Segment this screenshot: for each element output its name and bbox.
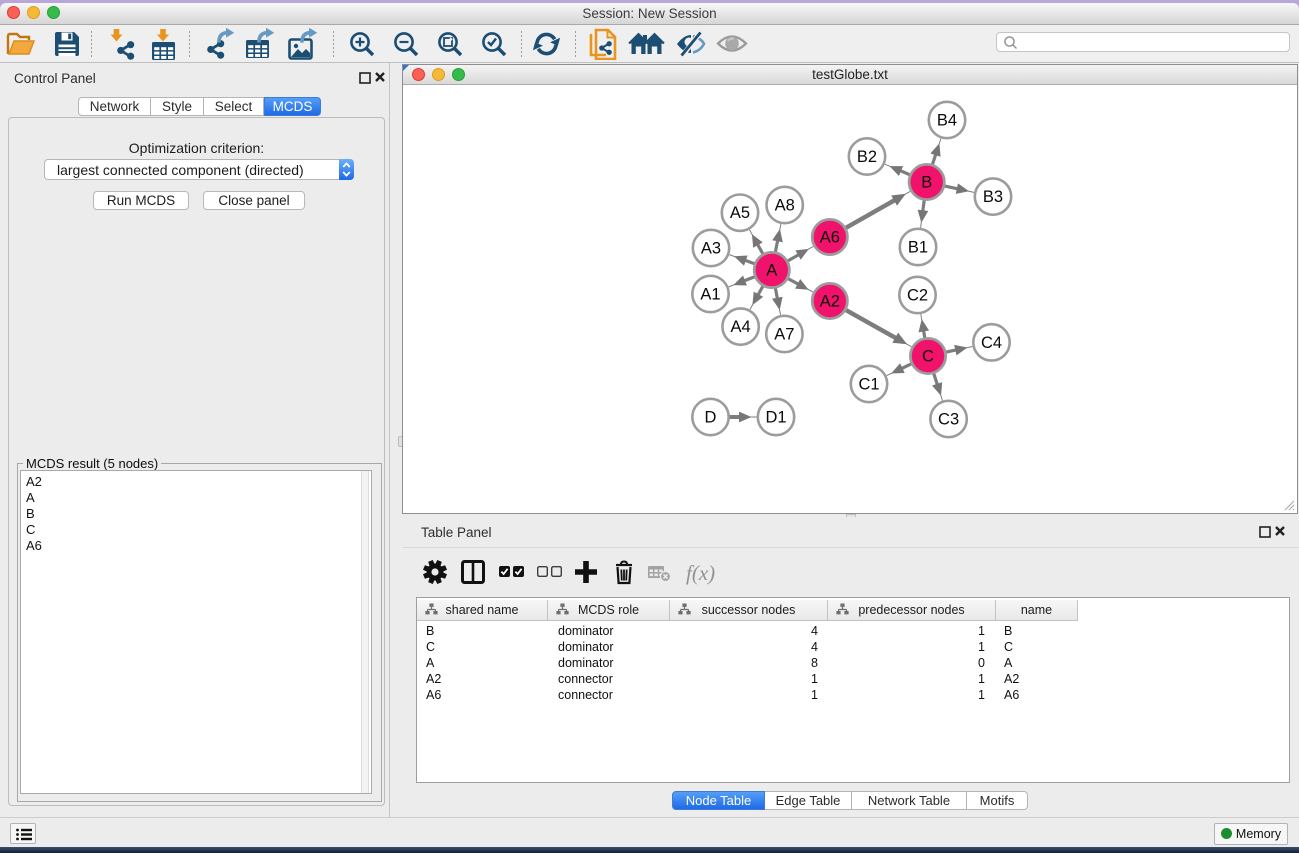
svg-text:A6: A6 [820, 229, 840, 247]
svg-text:C: C [922, 348, 934, 366]
svg-text:C4: C4 [981, 334, 1002, 352]
svg-text:B1: B1 [908, 239, 928, 257]
svg-text:A5: A5 [730, 204, 750, 222]
svg-text:A4: A4 [731, 318, 751, 336]
svg-text:A: A [766, 262, 777, 280]
svg-text:f(x): f(x) [686, 561, 715, 585]
svg-text:D: D [705, 409, 717, 427]
svg-text:B: B [921, 174, 932, 192]
svg-text:B3: B3 [983, 188, 1003, 206]
svg-text:C1: C1 [858, 376, 879, 394]
svg-text:C3: C3 [938, 411, 959, 429]
svg-text:D1: D1 [765, 409, 786, 427]
svg-text:A2: A2 [820, 293, 840, 311]
svg-text:A1: A1 [700, 286, 720, 304]
svg-text:A3: A3 [701, 240, 721, 258]
svg-text:A7: A7 [774, 326, 794, 344]
svg-text:B2: B2 [857, 148, 877, 166]
svg-text:C2: C2 [907, 287, 928, 305]
svg-text:B4: B4 [937, 112, 957, 130]
svg-text:A8: A8 [775, 197, 795, 215]
